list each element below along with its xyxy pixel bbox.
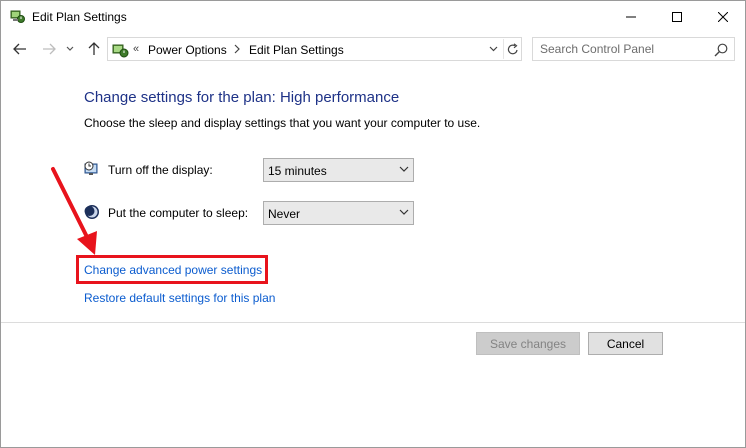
maximize-button[interactable]: [654, 1, 700, 32]
title-bar[interactable]: Edit Plan Settings: [1, 1, 745, 32]
sleep-timeout-select[interactable]: Never: [263, 201, 414, 225]
save-changes-button[interactable]: Save changes: [476, 332, 580, 355]
edit-plan-settings-window: Edit Plan Settings « Power Options Edit …: [0, 0, 746, 448]
close-icon: [718, 11, 728, 22]
display-setting-label: Turn off the display:: [108, 163, 213, 177]
restore-default-settings-link[interactable]: Restore default settings for this plan: [84, 291, 275, 305]
forward-button[interactable]: [39, 38, 59, 60]
maximize-icon: [672, 11, 682, 22]
breadcrumb-power-options[interactable]: Power Options: [148, 43, 227, 57]
display-timeout-select[interactable]: 15 minutes: [263, 158, 414, 182]
chevron-down-icon: [399, 209, 409, 215]
power-options-icon: [10, 10, 25, 23]
footer-divider: [1, 322, 745, 323]
minimize-button[interactable]: [608, 1, 654, 32]
minimize-icon: [626, 16, 636, 17]
close-button[interactable]: [700, 1, 746, 32]
sleep-setting-label: Put the computer to sleep:: [108, 206, 249, 220]
control-panel-icon: [112, 44, 129, 58]
annotation-arrow-icon: [51, 167, 97, 255]
address-bar[interactable]: « Power Options Edit Plan Settings: [107, 37, 522, 61]
sleep-timeout-value: Never: [268, 207, 301, 221]
arrow-left-icon: [13, 43, 26, 55]
navigation-bar: « Power Options Edit Plan Settings: [1, 35, 745, 63]
breadcrumb-overflow[interactable]: «: [133, 43, 139, 55]
up-button[interactable]: [84, 38, 104, 60]
change-advanced-power-settings-link[interactable]: Change advanced power settings: [84, 263, 262, 277]
display-timeout-value: 15 minutes: [268, 164, 327, 178]
search-input[interactable]: [534, 39, 710, 59]
search-box[interactable]: [532, 37, 735, 61]
page-description: Choose the sleep and display settings th…: [84, 116, 481, 130]
refresh-icon: [507, 42, 518, 54]
arrow-up-icon: [88, 42, 100, 55]
search-icon[interactable]: [713, 42, 729, 58]
chevron-down-icon: [489, 46, 497, 52]
chevron-down-icon: [66, 46, 74, 51]
refresh-button[interactable]: [503, 39, 521, 59]
chevron-down-icon: [399, 166, 409, 172]
chevron-right-icon[interactable]: [233, 44, 241, 54]
cancel-button[interactable]: Cancel: [588, 332, 663, 355]
arrow-right-icon: [43, 43, 56, 55]
recent-locations-button[interactable]: [63, 38, 77, 60]
window-title: Edit Plan Settings: [32, 10, 127, 24]
back-button[interactable]: [10, 38, 30, 60]
breadcrumb-edit-plan-settings[interactable]: Edit Plan Settings: [249, 43, 344, 57]
address-dropdown-button[interactable]: [485, 40, 501, 58]
page-title: Change settings for the plan: High perfo…: [84, 89, 400, 106]
